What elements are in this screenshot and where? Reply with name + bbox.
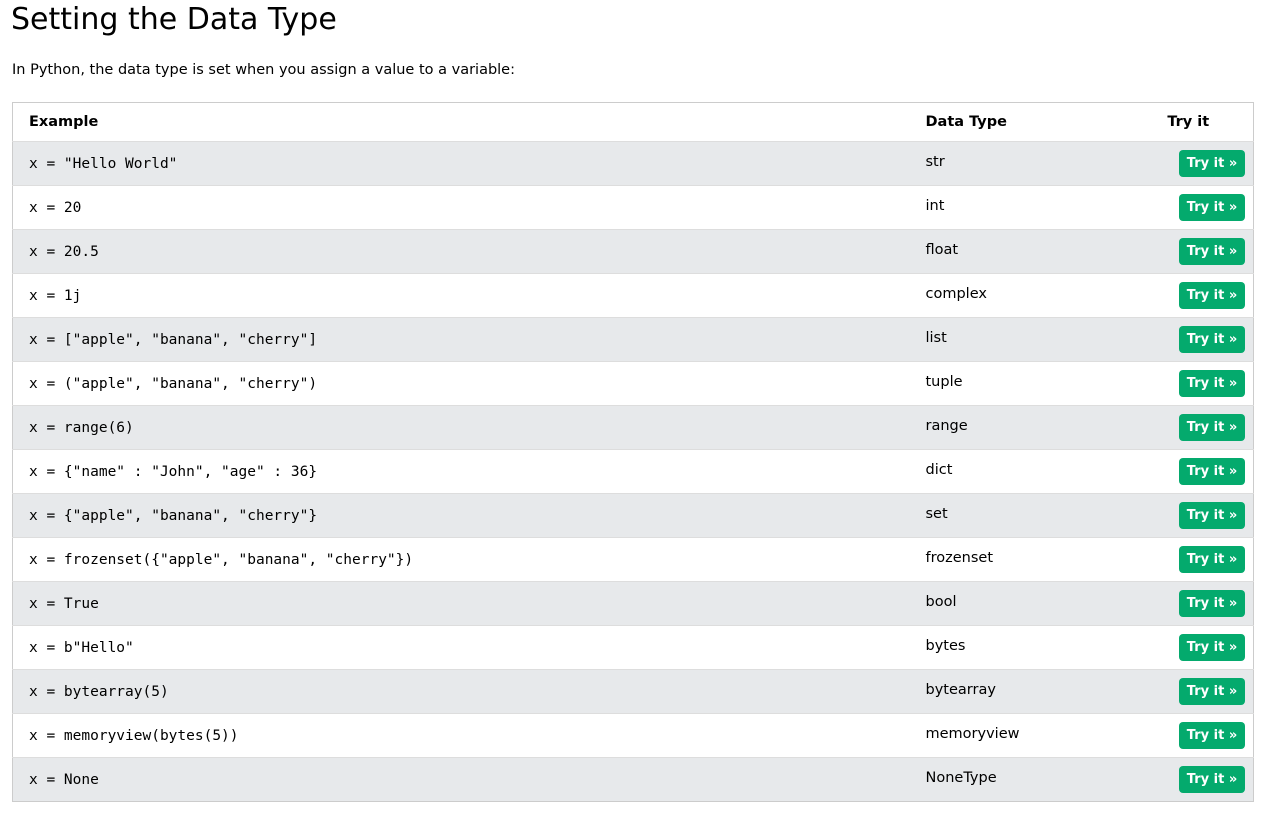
data-type-label: memoryview	[925, 726, 1020, 742]
table-header-row: Example Data Type Try it	[12, 102, 1254, 142]
example-code: x = True	[29, 595, 99, 612]
header-data-type: Data Type	[925, 102, 1132, 142]
data-types-table: Example Data Type Try it x = "Hello Worl…	[12, 102, 1254, 802]
example-code: x = bytearray(5)	[29, 683, 169, 700]
table-row: x = "Hello World" str Try it »	[12, 141, 1254, 186]
table-row: x = 20.5 float Try it »	[12, 229, 1254, 274]
try-it-button[interactable]: Try it »	[1179, 282, 1245, 309]
table-row: x = 1j complex Try it »	[12, 273, 1254, 318]
try-it-button[interactable]: Try it »	[1179, 634, 1245, 661]
try-it-button[interactable]: Try it »	[1179, 414, 1245, 441]
example-code: x = 1j	[29, 287, 82, 304]
data-type-label: set	[925, 506, 948, 522]
data-type-label: range	[925, 418, 968, 434]
try-it-button[interactable]: Try it »	[1179, 678, 1245, 705]
example-code: x = 20	[29, 199, 82, 216]
table-row: x = True bool Try it »	[12, 581, 1254, 626]
try-it-button[interactable]: Try it »	[1179, 766, 1245, 793]
data-type-label: dict	[925, 462, 953, 478]
try-it-button[interactable]: Try it »	[1179, 370, 1245, 397]
data-type-label: str	[925, 154, 945, 170]
try-it-button[interactable]: Try it »	[1179, 238, 1245, 265]
table-row: x = b"Hello" bytes Try it »	[12, 625, 1254, 670]
table-row: x = ("apple", "banana", "cherry") tuple …	[12, 361, 1254, 406]
table-row: x = 20 int Try it »	[12, 185, 1254, 230]
try-it-button[interactable]: Try it »	[1179, 502, 1245, 529]
try-it-button[interactable]: Try it »	[1179, 150, 1245, 177]
header-example: Example	[12, 102, 926, 142]
data-type-label: bytearray	[925, 682, 996, 698]
table-row: x = {"apple", "banana", "cherry"} set Tr…	[12, 493, 1254, 538]
table-row: x = bytearray(5) bytearray Try it »	[12, 669, 1254, 714]
header-try-it: Try it	[1131, 102, 1254, 142]
example-code: x = memoryview(bytes(5))	[29, 727, 239, 744]
example-code: x = 20.5	[29, 243, 99, 260]
example-code: x = {"name" : "John", "age" : 36}	[29, 463, 318, 480]
table-row: x = {"name" : "John", "age" : 36} dict T…	[12, 449, 1254, 494]
data-type-label: int	[925, 198, 945, 214]
example-code: x = ["apple", "banana", "cherry"]	[29, 331, 318, 348]
example-code: x = "Hello World"	[29, 155, 178, 172]
data-type-label: float	[925, 242, 959, 258]
example-code: x = ("apple", "banana", "cherry")	[29, 375, 318, 392]
example-code: x = range(6)	[29, 419, 134, 436]
try-it-button[interactable]: Try it »	[1179, 722, 1245, 749]
table-row: x = ["apple", "banana", "cherry"] list T…	[12, 317, 1254, 362]
try-it-button[interactable]: Try it »	[1179, 546, 1245, 573]
data-type-label: NoneType	[925, 770, 997, 786]
example-code: x = frozenset({"apple", "banana", "cherr…	[29, 551, 414, 568]
data-type-label: tuple	[925, 374, 963, 390]
try-it-button[interactable]: Try it »	[1179, 194, 1245, 221]
data-type-label: frozenset	[925, 550, 994, 566]
data-type-label: bytes	[925, 638, 966, 654]
example-code: x = None	[29, 771, 99, 788]
try-it-button[interactable]: Try it »	[1179, 590, 1245, 617]
page-title: Setting the Data Type	[11, 2, 337, 37]
table-row: x = range(6) range Try it »	[12, 405, 1254, 450]
example-code: x = b"Hello"	[29, 639, 134, 656]
table-row: x = memoryview(bytes(5)) memoryview Try …	[12, 713, 1254, 758]
data-type-label: list	[925, 330, 947, 346]
data-type-label: bool	[925, 594, 957, 610]
intro-text: In Python, the data type is set when you…	[12, 62, 515, 78]
data-type-label: complex	[925, 286, 987, 302]
try-it-button[interactable]: Try it »	[1179, 326, 1245, 353]
example-code: x = {"apple", "banana", "cherry"}	[29, 507, 318, 524]
table-row: x = frozenset({"apple", "banana", "cherr…	[12, 537, 1254, 582]
try-it-button[interactable]: Try it »	[1179, 458, 1245, 485]
table-row: x = None NoneType Try it »	[12, 757, 1254, 802]
